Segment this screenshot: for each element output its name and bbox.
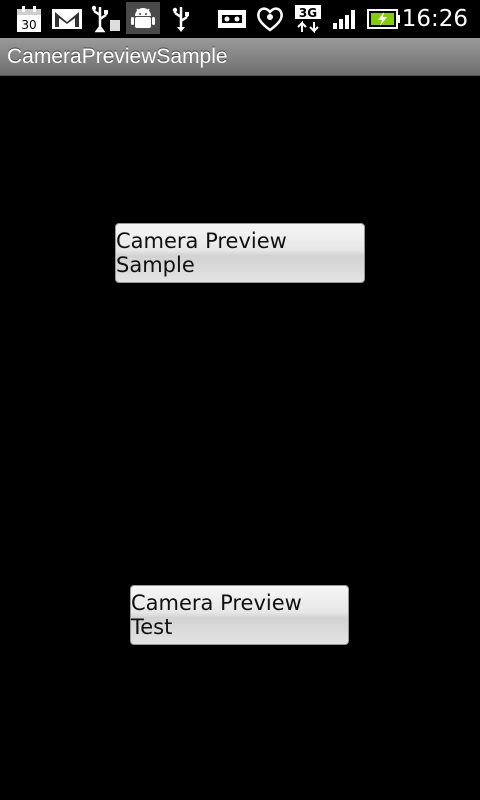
calendar-day-text: 30 bbox=[21, 18, 36, 32]
voicemail-icon bbox=[216, 4, 248, 34]
status-bar: 30 3G 16:26 bbox=[0, 0, 480, 38]
gmail-icon bbox=[51, 4, 83, 34]
battery-charging-icon bbox=[366, 4, 402, 34]
title-bar: CameraPreviewSample bbox=[0, 38, 480, 76]
screen: 30 3G 16:26 CameraPreviewSample Camera P… bbox=[0, 0, 480, 800]
camera-preview-sample-button[interactable]: Camera Preview Sample bbox=[115, 223, 365, 283]
android-debug-icon bbox=[126, 2, 160, 34]
calendar-icon: 30 bbox=[16, 4, 42, 34]
usb-icon bbox=[168, 4, 194, 34]
3g-data-icon: 3G bbox=[293, 4, 323, 34]
heart-icon bbox=[255, 4, 285, 34]
app-title: CameraPreviewSample bbox=[7, 45, 228, 68]
usb-debug-icon bbox=[89, 4, 123, 34]
signal-icon bbox=[331, 4, 359, 34]
network-type-text: 3G bbox=[299, 6, 317, 20]
status-time: 16:26 bbox=[401, 6, 468, 32]
camera-preview-test-button[interactable]: Camera Preview Test bbox=[130, 585, 349, 645]
